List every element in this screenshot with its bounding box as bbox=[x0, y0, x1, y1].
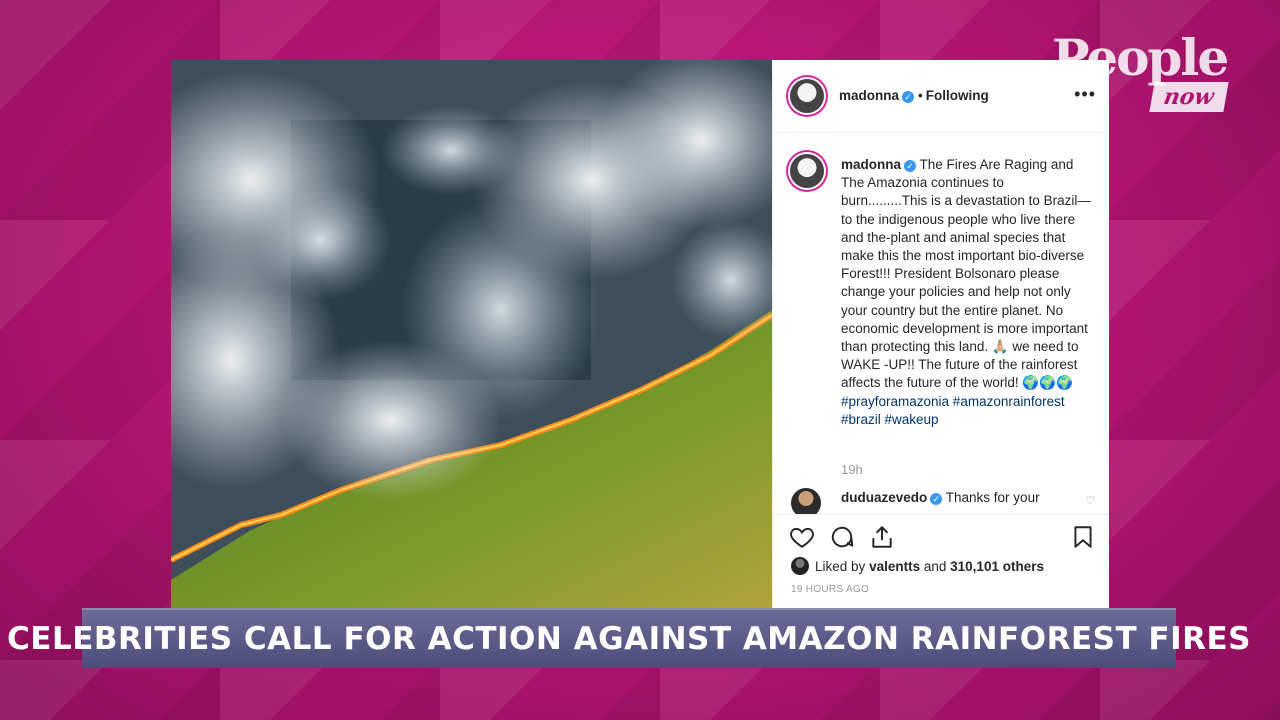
verified-badge-icon: ✓ bbox=[904, 160, 917, 172]
more-options-icon[interactable]: ••• bbox=[1074, 84, 1096, 105]
instagram-post: madonna ✓ • Following ••• madonna ✓ The Fire… bbox=[171, 60, 1109, 610]
likes-count[interactable]: 310,101 others bbox=[950, 559, 1044, 574]
caption-hashtags[interactable]: #prayforamazonia #amazonrainforest #braz… bbox=[841, 394, 1065, 427]
post-header: madonna ✓ • Following ••• bbox=[773, 60, 1109, 133]
following-button[interactable]: Following bbox=[926, 88, 989, 103]
caption-username[interactable]: madonna bbox=[841, 157, 901, 172]
header-user-info: madonna ✓ • Following bbox=[839, 88, 989, 103]
forest-fire-aerial-image bbox=[171, 60, 772, 610]
share-icon[interactable] bbox=[869, 524, 895, 550]
caption-avatar[interactable] bbox=[790, 154, 824, 188]
verified-badge-icon: ✓ bbox=[902, 91, 915, 103]
liker-avatar bbox=[791, 557, 809, 575]
heart-icon[interactable] bbox=[789, 524, 815, 550]
brand-sub: now bbox=[1149, 82, 1229, 112]
comments-section[interactable]: madonna ✓ The Fires Are Raging and The Am… bbox=[773, 132, 1109, 514]
liker-username[interactable]: valentts bbox=[869, 559, 920, 574]
likes-and: and bbox=[923, 559, 947, 574]
verified-badge-icon: ✓ bbox=[930, 493, 943, 505]
post-actions-bar: Liked by valentts and 310,101 others 19 … bbox=[773, 514, 1109, 610]
caption-time: 19h bbox=[841, 462, 863, 477]
post-side-panel: madonna ✓ • Following ••• madonna ✓ The Fire… bbox=[772, 60, 1109, 610]
comment-text: Thanks for your bbox=[945, 490, 1040, 505]
post-caption: madonna ✓ The Fires Are Raging and The Am… bbox=[841, 156, 1091, 429]
comment-like-heart-icon[interactable]: ♡ bbox=[1085, 494, 1095, 507]
likes-prefix: Liked by bbox=[815, 559, 866, 574]
madonna-avatar[interactable] bbox=[790, 79, 824, 113]
commenter-username[interactable]: duduazevedo bbox=[841, 490, 927, 505]
caption-text: The Fires Are Raging and The Amazonia co… bbox=[841, 157, 1091, 391]
comment-text-wrap: duduazevedo ✓ Thanks for your bbox=[841, 490, 1040, 505]
post-timestamp: 19 HOURS AGO bbox=[791, 584, 870, 595]
commenter-avatar[interactable] bbox=[791, 488, 821, 514]
post-photo[interactable] bbox=[171, 60, 772, 610]
news-lower-third-banner: CELEBRITIES CALL FOR ACTION AGAINST AMAZ… bbox=[7, 608, 1250, 668]
header-username[interactable]: madonna bbox=[839, 88, 899, 103]
headline-text: CELEBRITIES CALL FOR ACTION AGAINST AMAZ… bbox=[7, 621, 1251, 657]
bookmark-icon[interactable] bbox=[1070, 524, 1096, 550]
comment-icon[interactable] bbox=[829, 524, 855, 550]
comment-row: duduazevedo ✓ Thanks for your ♡ bbox=[791, 488, 1101, 514]
separator-dot: • bbox=[918, 88, 923, 103]
likes-summary[interactable]: Liked by valentts and 310,101 others bbox=[791, 557, 1044, 575]
